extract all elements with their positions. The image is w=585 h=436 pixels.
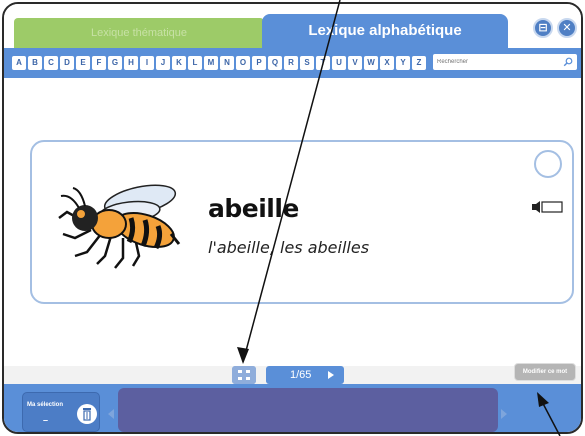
letter-v[interactable]: V	[348, 56, 362, 70]
letter-w[interactable]: W	[364, 56, 378, 70]
app-window: Lexique thématique Lexique alphabétique …	[2, 2, 583, 434]
trash-icon[interactable]	[77, 402, 97, 426]
selection-count: –	[43, 415, 49, 425]
prev-arrow-icon[interactable]	[108, 409, 114, 419]
navigation-bar: 1/65 Modifier ce mot	[4, 363, 581, 384]
selection-panel	[118, 388, 498, 432]
selection-label: Ma sélection	[27, 402, 64, 408]
search-icon[interactable]	[563, 57, 573, 67]
grid-icon[interactable]	[232, 366, 256, 384]
page-counter: 1/65	[290, 369, 312, 381]
letter-o[interactable]: O	[236, 56, 250, 70]
content-area: abeille l'abeille, les abeilles	[4, 78, 581, 366]
letter-n[interactable]: N	[220, 56, 234, 70]
my-selection-box[interactable]: Ma sélection –	[22, 392, 100, 432]
modify-word-button[interactable]: Modifier ce mot	[514, 363, 576, 381]
letter-e[interactable]: E	[76, 56, 90, 70]
word-card: abeille l'abeille, les abeilles	[30, 140, 574, 304]
tab-bar: Lexique thématique Lexique alphabétique …	[4, 4, 581, 48]
alphabet-bar: ABCDEFGHIJKLMNOPQRSTUVWXYZ	[4, 48, 581, 78]
letter-p[interactable]: P	[252, 56, 266, 70]
next-arrow-icon[interactable]	[501, 409, 507, 419]
letter-d[interactable]: D	[60, 56, 74, 70]
select-circle[interactable]	[534, 150, 562, 178]
letter-t[interactable]: T	[316, 56, 330, 70]
selection-bar: Ma sélection –	[4, 384, 581, 432]
letter-f[interactable]: F	[92, 56, 106, 70]
speaker-icon[interactable]	[530, 200, 564, 214]
word-forms: l'abeille, les abeilles	[208, 238, 370, 257]
letter-u[interactable]: U	[332, 56, 346, 70]
letter-b[interactable]: B	[28, 56, 42, 70]
tab-lexique-thematique[interactable]: Lexique thématique	[14, 18, 264, 48]
letter-c[interactable]: C	[44, 56, 58, 70]
letter-k[interactable]: K	[172, 56, 186, 70]
search-box	[433, 54, 577, 70]
word-title: abeille	[208, 194, 299, 223]
letter-h[interactable]: H	[124, 56, 138, 70]
letter-s[interactable]: S	[300, 56, 314, 70]
letter-z[interactable]: Z	[412, 56, 426, 70]
letter-j[interactable]: J	[156, 56, 170, 70]
letter-r[interactable]: R	[284, 56, 298, 70]
letter-l[interactable]: L	[188, 56, 202, 70]
tab-lexique-alphabetique[interactable]: Lexique alphabétique	[262, 14, 508, 48]
close-icon[interactable]: ✕	[557, 18, 577, 38]
letter-m[interactable]: M	[204, 56, 218, 70]
minimize-icon[interactable]: ⊟	[533, 18, 553, 38]
letter-a[interactable]: A	[12, 56, 26, 70]
alphabet-letters: ABCDEFGHIJKLMNOPQRSTUVWXYZ	[12, 56, 426, 70]
letter-q[interactable]: Q	[268, 56, 282, 70]
letter-g[interactable]: G	[108, 56, 122, 70]
letter-y[interactable]: Y	[396, 56, 410, 70]
search-input[interactable]	[437, 59, 563, 65]
pager: 1/65	[266, 366, 344, 384]
letter-x[interactable]: X	[380, 56, 394, 70]
letter-i[interactable]: I	[140, 56, 154, 70]
next-arrow-icon[interactable]	[328, 371, 334, 379]
bee-illustration	[58, 184, 181, 269]
